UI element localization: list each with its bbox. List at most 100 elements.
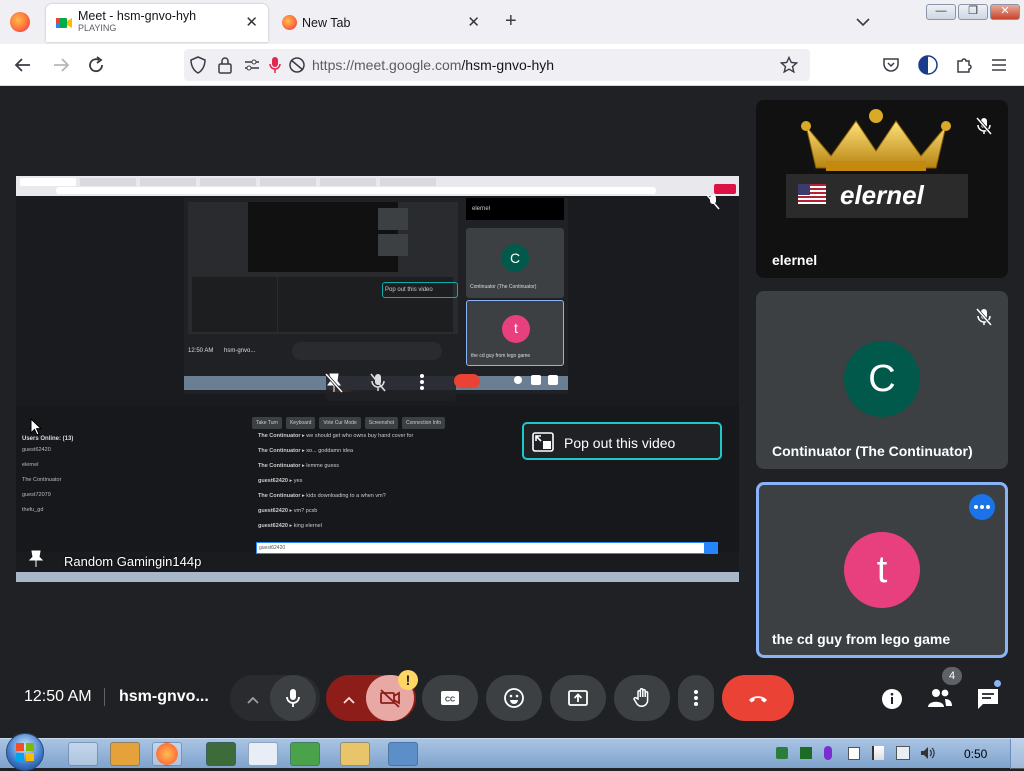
camera-blocked-icon[interactable] [288,57,306,78]
chat-input-user: guest62420 [259,545,286,551]
tab-meet[interactable]: Meet - hsm-gnvo-hyh PLAYING ✕ [46,4,268,42]
more-options-button[interactable] [678,675,714,721]
site-permissions-icon[interactable] [244,57,260,78]
chevron-up-icon[interactable] [342,692,356,710]
avatar: t [844,532,920,608]
chat-icon[interactable] [976,687,1000,716]
chat-message: The Continuator ▸ kids downloading to a … [258,493,386,499]
padlock-icon[interactable] [218,56,232,79]
banner-text: elernel [840,180,924,210]
nested-tile-elernel: elernel [466,198,564,220]
minimize-window-button[interactable]: — [926,4,956,20]
taskbar-app-icon[interactable] [206,742,236,766]
presentation-stage[interactable]: Pop out this video elernel C Continuator… [16,176,739,582]
muted-mic-icon [706,194,720,215]
tray-network-icon[interactable] [896,746,910,760]
firefox-menu-icon[interactable] [10,12,30,32]
tray-icon[interactable] [776,747,788,759]
hamburger-menu-icon[interactable] [988,54,1010,76]
taskbar-app-icon[interactable] [388,742,418,766]
leave-call-button[interactable] [722,675,794,721]
show-desktop-button[interactable] [1010,739,1024,769]
microphone-icon [286,689,300,707]
taskbar-app-icon[interactable] [248,742,278,766]
taskbar-app-icon[interactable] [110,742,140,766]
nested-recursive-tile [378,208,408,230]
taskbar-clock[interactable]: 0:50 [964,747,987,761]
list-all-tabs-icon[interactable] [856,14,870,27]
vm-button: Vote Cur Mode [319,417,361,429]
present-screen-button[interactable] [550,675,606,721]
chevron-up-icon[interactable] [246,692,260,710]
new-message-dot [994,680,1001,687]
participant-name: Continuator (The Continuator) [772,443,973,459]
maximize-window-button[interactable]: ❐ [958,4,988,20]
tab-new-tab[interactable]: New Tab ✕ [274,4,490,42]
address-bar[interactable]: https://meet.google.com/hsm-gnvo-hyh [184,49,810,81]
mute-presentation-icon[interactable] [368,372,388,399]
vm-button: Connection Info [402,417,446,429]
account-icon[interactable] [917,54,939,76]
pocket-icon[interactable] [880,54,902,76]
participant-tile-cd-guy[interactable]: t the cd guy from lego game [756,482,1008,658]
url-text[interactable]: https://meet.google.com/hsm-gnvo-hyh [312,57,554,73]
participant-name: the cd guy from lego game [772,631,951,647]
participant-tile-elernel[interactable]: elernel elernel [756,100,1008,278]
windows-start-button[interactable] [6,733,44,771]
taskbar-app-icon[interactable] [290,742,320,766]
tracking-protection-shield-icon[interactable] [190,56,206,79]
back-arrow-icon[interactable] [12,54,34,76]
nested-popout: Pop out this video [382,282,458,298]
chat-message: The Continuator ▸ lemme guess [258,463,340,469]
microphone-in-use-icon[interactable] [268,56,282,79]
tray-microphone-icon[interactable] [824,746,832,760]
people-icon[interactable] [927,687,953,714]
participant-tile-continuator[interactable]: C Continuator (The Continuator) [756,291,1008,469]
raise-hand-button[interactable] [614,675,670,721]
vm-button: Take Turn [252,417,282,429]
nested-recursive-tile [378,234,408,256]
firefox-favicon-icon [282,15,297,30]
nested-controls [292,342,442,360]
nested-code: hsm-gnvo... [224,348,256,354]
new-tab-button[interactable]: + [505,10,517,33]
tray-icon[interactable] [848,747,860,760]
vm-send-button [704,542,718,554]
raise-hand-icon [633,688,649,707]
pin-off-icon[interactable] [324,372,344,399]
tab-title: New Tab [302,16,351,30]
close-window-button[interactable]: ✕ [990,4,1020,20]
pop-out-icon [532,432,554,455]
emoji-reaction-button[interactable] [486,675,542,721]
vm-chat-buttons: Take Turn Keyboard Vote Cur Mode Screens… [252,417,496,429]
svg-text:CC: CC [445,697,455,704]
more-options-icon[interactable] [418,372,426,397]
presenter-name: Random Gamingin144p [64,554,202,569]
more-vert-icon [694,690,698,706]
navigation-toolbar: https://meet.google.com/hsm-gnvo-hyh [0,44,1024,86]
shared-screen-tabs [20,178,480,186]
tray-volume-icon[interactable] [920,746,936,765]
tray-icon[interactable] [800,747,812,759]
close-tab-icon[interactable]: ✕ [467,14,480,32]
name-banner: elernel [786,174,968,218]
taskbar-app-icon[interactable] [68,742,98,766]
taskbar-firefox-icon[interactable] [152,742,182,766]
bookmark-star-icon[interactable] [779,55,799,79]
pop-out-video-button[interactable]: Pop out this video [522,422,722,460]
leave-call-small-icon [454,374,480,388]
reload-icon[interactable] [85,54,107,76]
nested-stage: Pop out this video [188,202,458,334]
extensions-puzzle-icon[interactable] [953,54,975,76]
tray-flag-icon[interactable] [872,746,884,760]
meeting-details-icon[interactable] [880,687,904,716]
user-list-item: elernel [22,462,39,468]
captions-button[interactable]: CC [422,675,478,721]
forward-arrow-icon[interactable] [50,54,72,76]
chat-message: guest62420 ▸ vm? pcsb [258,508,318,514]
more-options-button[interactable] [969,494,995,520]
screen-share-overlay-controls [326,369,456,401]
taskbar-explorer-icon[interactable] [340,742,370,766]
close-tab-icon[interactable]: ✕ [245,14,258,32]
microphone-button[interactable] [270,675,316,721]
